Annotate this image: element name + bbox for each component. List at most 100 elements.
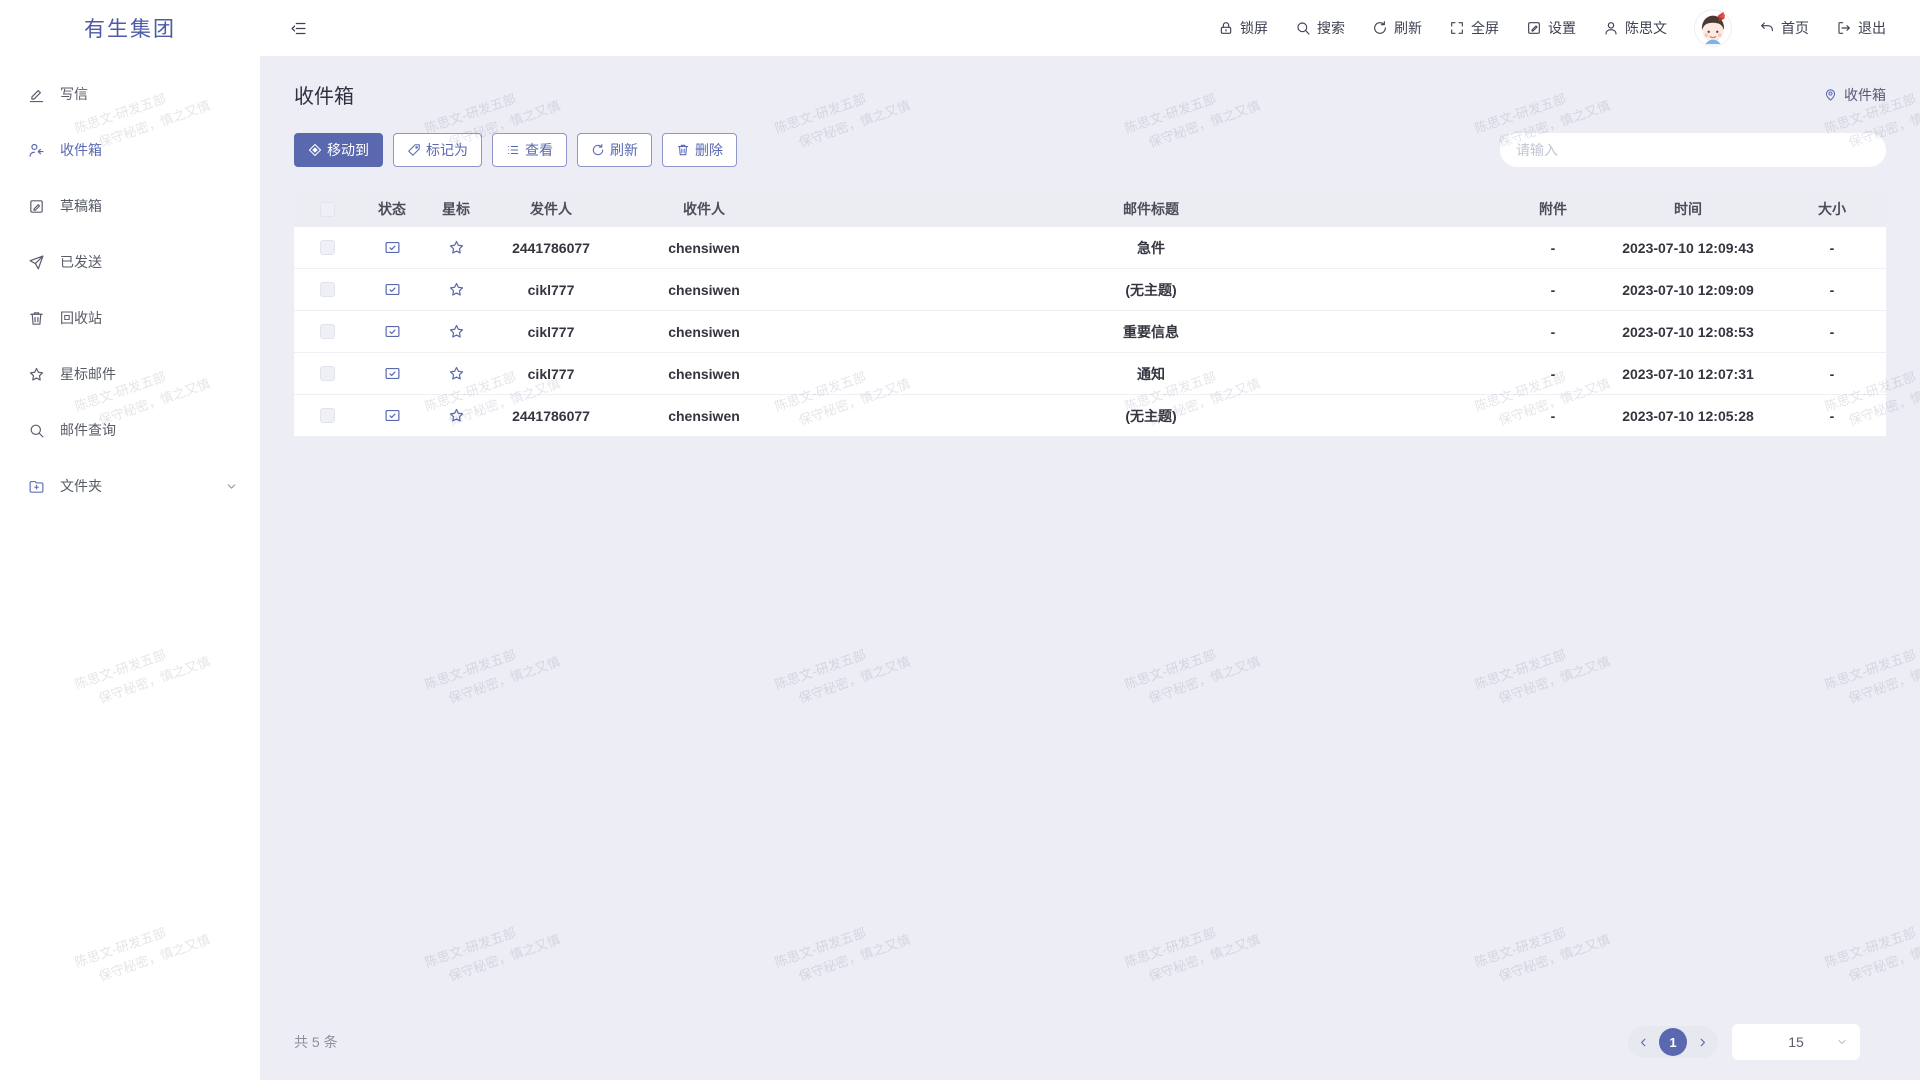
cell-subject[interactable]: (无主题) [794, 406, 1508, 426]
mark-as-label: 标记为 [426, 140, 468, 160]
cell-time: 2023-07-10 12:05:28 [1598, 408, 1778, 424]
star-toggle-icon[interactable] [448, 365, 465, 382]
sidebar-collapse-icon[interactable] [290, 20, 307, 37]
view-button[interactable]: 查看 [492, 133, 567, 167]
mail-status-icon[interactable] [384, 323, 401, 340]
avatar[interactable] [1694, 9, 1732, 47]
content-area: 收件箱 收件箱 移动到 [260, 56, 1920, 1080]
settings-button[interactable]: 设置 [1526, 18, 1576, 38]
trash-icon [676, 143, 690, 157]
page-size-value: 15 [1788, 1034, 1804, 1050]
sidebar-item-mail-query[interactable]: 邮件查询 [0, 402, 260, 458]
lock-screen-button[interactable]: 锁屏 [1218, 18, 1268, 38]
chevron-down-icon [1836, 1036, 1848, 1048]
row-checkbox[interactable] [320, 240, 335, 255]
view-label: 查看 [525, 140, 553, 160]
cell-size: - [1778, 282, 1886, 298]
star-toggle-icon[interactable] [448, 239, 465, 256]
lock-icon [1218, 20, 1234, 36]
sidebar-item-folders[interactable]: 文件夹 [0, 458, 260, 514]
star-toggle-icon[interactable] [448, 281, 465, 298]
cell-attachment: - [1508, 366, 1598, 382]
next-page-icon[interactable] [1696, 1036, 1709, 1049]
global-search-button[interactable]: 搜索 [1295, 18, 1345, 38]
header-recipient: 收件人 [614, 199, 794, 219]
app-root: 有生集团 写信 收件箱 草稿箱 [0, 0, 1920, 1080]
star-toggle-icon[interactable] [448, 323, 465, 340]
row-checkbox[interactable] [320, 324, 335, 339]
move-diamond-icon [308, 143, 322, 157]
cell-sender: cikl777 [488, 324, 614, 340]
cell-size: - [1778, 408, 1886, 424]
cell-subject[interactable]: 重要信息 [794, 322, 1508, 342]
cell-sender: cikl777 [488, 366, 614, 382]
settings-edit-icon [1526, 20, 1542, 36]
star-icon [28, 366, 45, 383]
chevron-down-icon [225, 480, 238, 493]
table-row[interactable]: cikl777chensiwen重要信息-2023-07-10 12:08:53… [294, 311, 1886, 353]
sidebar-item-starred[interactable]: 星标邮件 [0, 346, 260, 402]
inbox-user-arrow-icon [28, 142, 45, 159]
home-button[interactable]: 首页 [1759, 18, 1809, 38]
refresh-page-button[interactable]: 刷新 [1372, 18, 1422, 38]
sidebar-item-drafts[interactable]: 草稿箱 [0, 178, 260, 234]
table-row[interactable]: 2441786077chensiwen(无主题)-2023-07-10 12:0… [294, 395, 1886, 437]
cell-subject[interactable]: 急件 [794, 238, 1508, 258]
refresh-list-button[interactable]: 刷新 [577, 133, 652, 167]
row-checkbox[interactable] [320, 366, 335, 381]
mail-status-icon[interactable] [384, 281, 401, 298]
table-row[interactable]: 2441786077chensiwen急件-2023-07-10 12:09:4… [294, 227, 1886, 269]
row-checkbox[interactable] [320, 408, 335, 423]
header-sender: 发件人 [488, 199, 614, 219]
sidebar-item-trash[interactable]: 回收站 [0, 290, 260, 346]
mark-as-button[interactable]: 标记为 [393, 133, 482, 167]
sidebar-item-label: 回收站 [60, 308, 102, 328]
mail-status-icon[interactable] [384, 365, 401, 382]
current-page-button[interactable]: 1 [1659, 1028, 1687, 1056]
move-to-button[interactable]: 移动到 [294, 133, 383, 167]
star-toggle-icon[interactable] [448, 407, 465, 424]
draft-edit-icon [28, 198, 45, 215]
cell-recipient: chensiwen [614, 366, 794, 382]
pencil-icon [28, 86, 45, 103]
lock-screen-label: 锁屏 [1240, 18, 1268, 38]
page-size-select[interactable]: 15 [1732, 1024, 1860, 1060]
current-user-button[interactable]: 陈思文 [1603, 18, 1667, 38]
cell-recipient: chensiwen [614, 240, 794, 256]
cell-sender: 2441786077 [488, 408, 614, 424]
breadcrumb: 收件箱 [1823, 85, 1886, 105]
mail-status-icon[interactable] [384, 407, 401, 424]
undo-home-icon [1759, 20, 1775, 36]
table-search-box [1500, 133, 1886, 167]
pagination-area: 1 15 [1628, 1024, 1860, 1060]
logout-label: 退出 [1858, 18, 1886, 38]
header-status: 状态 [360, 199, 424, 219]
delete-button[interactable]: 删除 [662, 133, 737, 167]
select-all-checkbox[interactable] [320, 202, 335, 217]
cell-size: - [1778, 366, 1886, 382]
fullscreen-icon [1449, 20, 1465, 36]
sidebar-item-label: 已发送 [60, 252, 102, 272]
sidebar-item-inbox[interactable]: 收件箱 [0, 122, 260, 178]
fullscreen-button[interactable]: 全屏 [1449, 18, 1499, 38]
table-search-input[interactable] [1516, 142, 1870, 158]
table-row[interactable]: cikl777chensiwen(无主题)-2023-07-10 12:09:0… [294, 269, 1886, 311]
mail-table: 状态 星标 发件人 收件人 邮件标题 附件 时间 大小 2441786077ch… [294, 191, 1886, 437]
cell-time: 2023-07-10 12:07:31 [1598, 366, 1778, 382]
cell-size: - [1778, 240, 1886, 256]
refresh-list-label: 刷新 [610, 140, 638, 160]
cell-time: 2023-07-10 12:09:09 [1598, 282, 1778, 298]
cell-subject[interactable]: 通知 [794, 364, 1508, 384]
sidebar-item-compose[interactable]: 写信 [0, 66, 260, 122]
cell-attachment: - [1508, 408, 1598, 424]
sidebar-item-sent[interactable]: 已发送 [0, 234, 260, 290]
row-checkbox[interactable] [320, 282, 335, 297]
logout-button[interactable]: 退出 [1836, 18, 1886, 38]
global-search-label: 搜索 [1317, 18, 1345, 38]
main-column: 锁屏 搜索 刷新 [260, 0, 1920, 1080]
tag-icon [407, 143, 421, 157]
mail-status-icon[interactable] [384, 239, 401, 256]
table-row[interactable]: cikl777chensiwen通知-2023-07-10 12:07:31- [294, 353, 1886, 395]
cell-subject[interactable]: (无主题) [794, 280, 1508, 300]
prev-page-icon[interactable] [1637, 1036, 1650, 1049]
